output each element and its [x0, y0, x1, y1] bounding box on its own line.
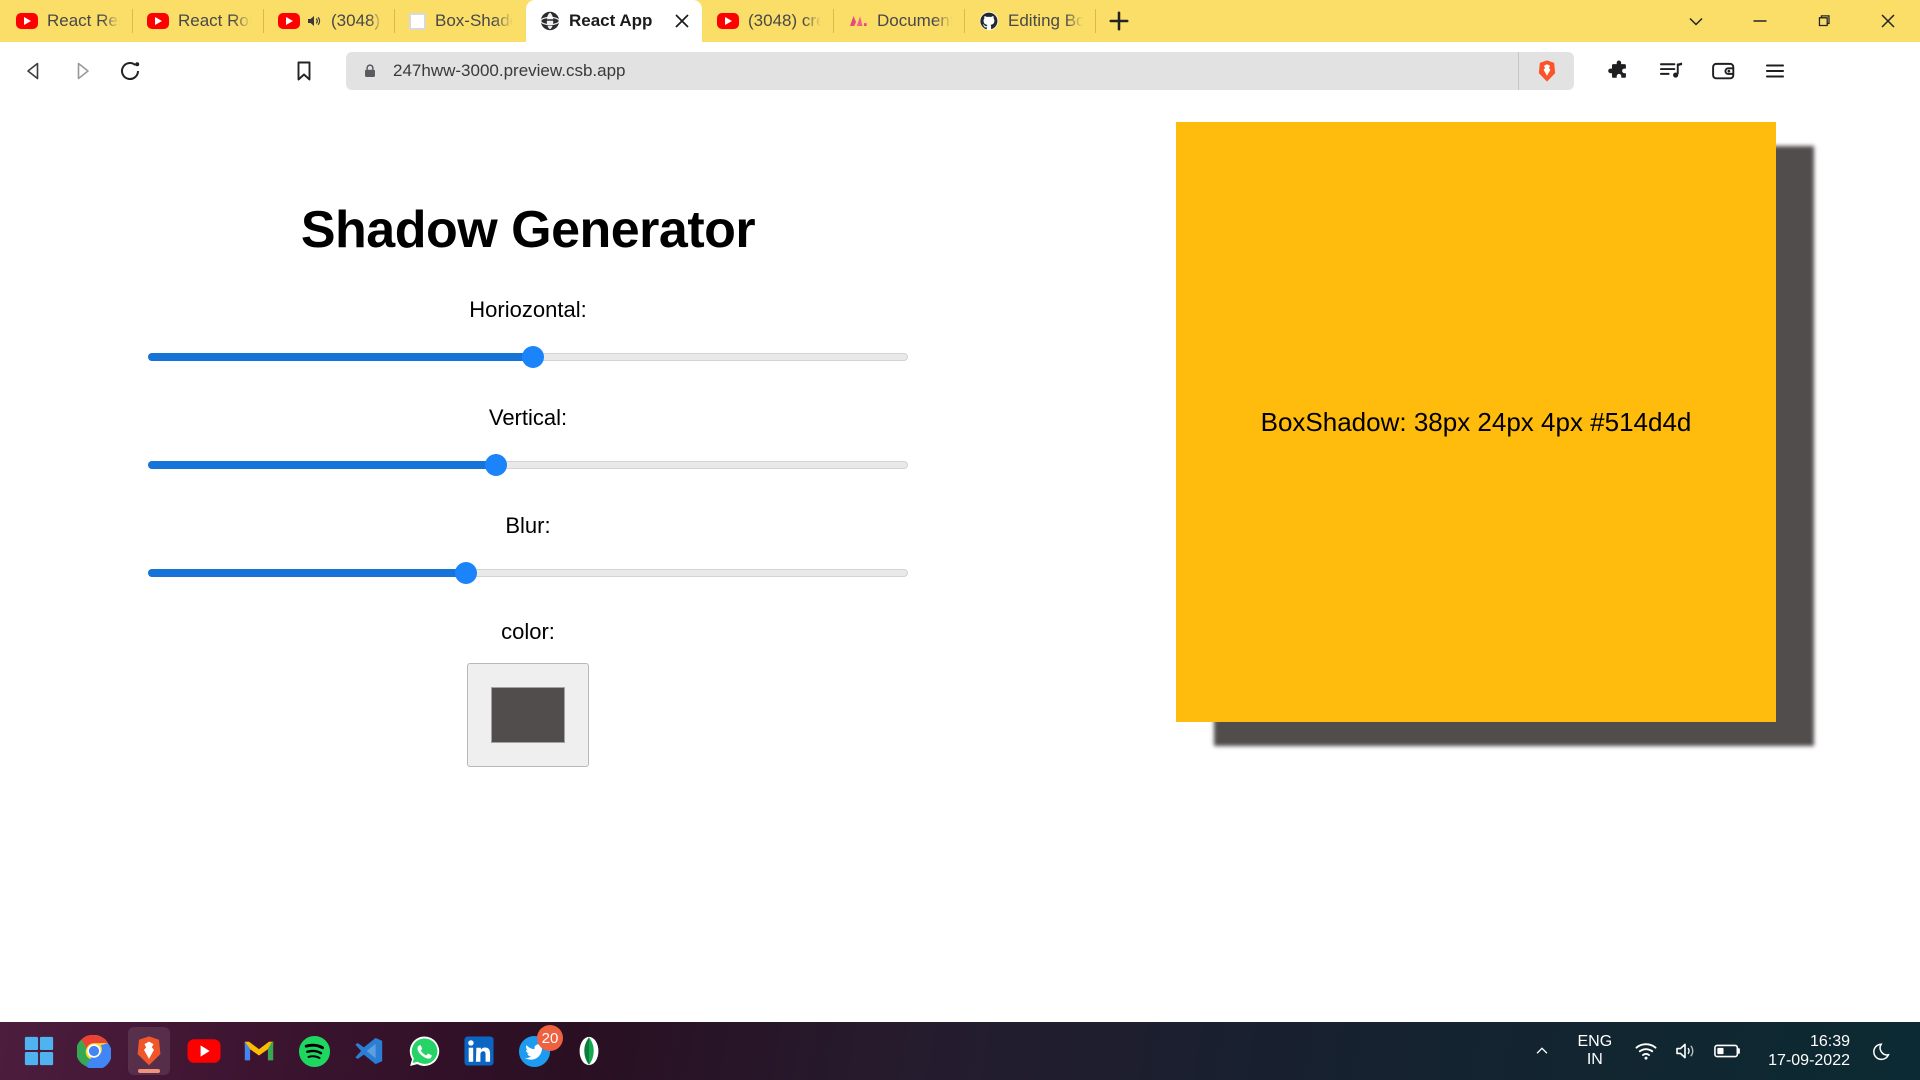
tab-strip: React Render Tut React Router Tut (3048)…: [0, 0, 1920, 42]
language-line-2: IN: [1586, 1051, 1603, 1068]
language-indicator[interactable]: ENG IN: [1563, 1033, 1626, 1069]
material-ui-icon: [848, 11, 868, 31]
taskbar-item-twitter[interactable]: 20: [513, 1025, 563, 1075]
youtube-icon: [717, 13, 739, 29]
tab-title: React App: [569, 11, 653, 30]
slider-thumb[interactable]: [522, 346, 545, 368]
tab-title: Documentation -: [877, 11, 952, 30]
clock-time: 16:39: [1809, 1033, 1850, 1050]
tab-search-button[interactable]: [1664, 0, 1728, 42]
browser-toolbar: 247hww-3000.preview.csb.app: [0, 42, 1920, 100]
extensions-puzzle-icon[interactable]: [1596, 48, 1642, 94]
maximize-restore-button[interactable]: [1792, 0, 1856, 42]
blank-page-icon: [409, 12, 426, 30]
minimize-button[interactable]: [1728, 0, 1792, 42]
close-window-button[interactable]: [1856, 0, 1920, 42]
taskbar-item-mongodb[interactable]: [568, 1027, 610, 1075]
tab-title: React Router Tut: [178, 11, 251, 30]
web-page-content: Shadow Generator Horiozontal: Vertical: …: [0, 100, 1920, 1022]
browser-tab-documentation[interactable]: Documentation -: [834, 0, 964, 42]
react-globe-icon: [540, 11, 560, 31]
language-line-1: ENG: [1577, 1033, 1613, 1050]
system-tray: ENG IN 16:39 17-09-2022: [1521, 1031, 1920, 1071]
browser-tab-editing-box-shadow[interactable]: Editing Box-Shad: [965, 0, 1095, 42]
taskbar-item-brave[interactable]: [128, 1027, 170, 1075]
taskbar-item-chrome[interactable]: [73, 1027, 115, 1075]
youtube-icon: [278, 13, 300, 29]
vertical-slider-label: Vertical:: [488, 405, 568, 430]
tab-title: (3048) SHOO: [331, 11, 382, 30]
shadow-generator-controls: Shadow Generator Horiozontal: Vertical: …: [148, 100, 908, 767]
volume-icon[interactable]: [1666, 1031, 1706, 1071]
youtube-icon: [147, 13, 169, 29]
shadow-preview-text: BoxShadow: 38px 24px 4px #514d4d: [1260, 406, 1692, 437]
new-tab-button[interactable]: [1096, 0, 1142, 42]
horizontal-slider-label: Horiozontal:: [469, 297, 587, 322]
browser-tab-box-shadow-generator[interactable]: Box-Shadow-Ge: [395, 0, 525, 42]
twitter-notification-badge: 20: [537, 1025, 563, 1051]
slider-fill: [148, 569, 467, 577]
page-title: Shadow Generator: [300, 201, 756, 259]
playlist-icon[interactable]: [1648, 48, 1694, 94]
browser-tab-react-router-tut[interactable]: React Router Tut: [133, 0, 263, 42]
slider-fill: [148, 353, 534, 361]
back-arrow-icon[interactable]: [10, 47, 58, 95]
shadow-preview-box: BoxShadow: 38px 24px 4px #514d4d: [1176, 122, 1776, 722]
blur-slider[interactable]: [148, 562, 908, 584]
color-picker-input[interactable]: [467, 663, 589, 767]
tab-title: Editing Box-Shad: [1008, 11, 1083, 30]
color-swatch: [491, 687, 565, 743]
clock-and-date[interactable]: 16:39 17-09-2022: [1750, 1032, 1864, 1070]
tab-title: React Render Tut: [47, 11, 120, 30]
window-controls: [1664, 0, 1920, 42]
forward-arrow-icon[interactable]: [58, 47, 106, 95]
main-menu-icon[interactable]: [1752, 48, 1798, 94]
tab-title: (3048) create bo: [748, 11, 821, 30]
vertical-slider[interactable]: [148, 454, 908, 476]
slider-thumb[interactable]: [485, 454, 508, 476]
toolbar-right-icons: [1596, 48, 1798, 94]
color-picker-label: color:: [501, 619, 555, 644]
tab-title: Box-Shadow-Ge: [435, 11, 513, 30]
horizontal-slider[interactable]: [148, 346, 908, 368]
slider-fill: [148, 461, 497, 469]
taskbar-item-vscode[interactable]: [348, 1027, 390, 1075]
clock-date: 17-09-2022: [1768, 1052, 1850, 1069]
moon-icon[interactable]: [1864, 1031, 1904, 1071]
browser-tab-react-app[interactable]: React App: [526, 0, 702, 42]
wifi-icon[interactable]: [1626, 1031, 1666, 1071]
browser-window: React Render Tut React Router Tut (3048)…: [0, 0, 1920, 1022]
browser-tab-shoo[interactable]: (3048) SHOO: [264, 0, 394, 42]
taskbar-item-spotify[interactable]: [293, 1027, 335, 1075]
browser-tab-create-box[interactable]: (3048) create bo: [703, 0, 833, 42]
windows-taskbar: 20 ENG IN 16:39 17-09-2022: [0, 1022, 1920, 1080]
browser-tab-react-render-tut[interactable]: React Render Tut: [2, 0, 132, 42]
taskbar-item-linkedin[interactable]: [458, 1027, 500, 1075]
lock-icon: [362, 63, 378, 79]
taskbar-item-start-windows[interactable]: [18, 1027, 60, 1075]
youtube-icon: [16, 13, 38, 29]
chevron-up-icon[interactable]: [1521, 1031, 1563, 1071]
taskbar-item-youtube[interactable]: [183, 1027, 225, 1075]
slider-thumb[interactable]: [455, 562, 478, 584]
brave-shields-button[interactable]: [1518, 52, 1574, 90]
speaker-audio-icon[interactable]: [306, 13, 322, 29]
taskbar-item-whatsapp[interactable]: [403, 1027, 445, 1075]
battery-icon[interactable]: [1706, 1031, 1750, 1071]
taskbar-item-gmail[interactable]: [238, 1027, 280, 1075]
reload-icon[interactable]: [106, 47, 154, 95]
taskbar-app-list: 20: [18, 1025, 610, 1075]
close-tab-icon[interactable]: [674, 13, 690, 29]
github-icon: [979, 11, 999, 31]
address-bar-url: 247hww-3000.preview.csb.app: [393, 61, 626, 80]
bookmark-icon[interactable]: [280, 47, 328, 95]
address-bar[interactable]: 247hww-3000.preview.csb.app: [346, 52, 1574, 90]
wallet-icon[interactable]: [1700, 48, 1746, 94]
blur-slider-label: Blur:: [505, 513, 551, 538]
